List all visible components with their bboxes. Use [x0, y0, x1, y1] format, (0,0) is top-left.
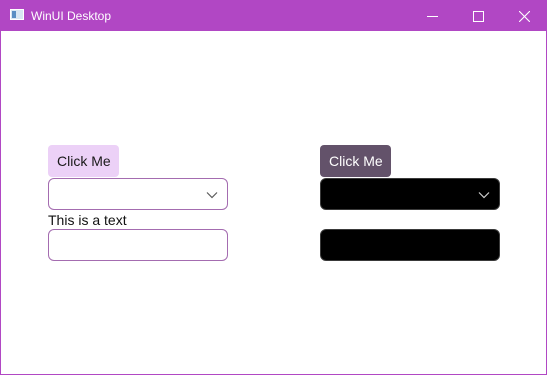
click-me-button-dark[interactable]: Click Me — [320, 145, 391, 177]
text-input-light[interactable] — [48, 229, 228, 261]
maximize-button[interactable] — [455, 1, 501, 31]
combobox-light[interactable] — [48, 178, 228, 210]
close-icon — [518, 10, 530, 22]
minimize-icon — [426, 15, 438, 17]
chevron-down-icon — [478, 192, 490, 199]
text-input-dark[interactable] — [320, 229, 500, 261]
window-title: WinUI Desktop — [31, 9, 112, 23]
combobox-dark[interactable] — [320, 178, 500, 210]
chevron-down-icon — [206, 192, 218, 199]
app-window: WinUI Desktop Click Me This is a text Cl… — [0, 0, 547, 375]
close-button[interactable] — [501, 1, 546, 31]
maximize-icon — [472, 10, 484, 22]
app-window-icon — [10, 9, 24, 20]
title-bar[interactable]: WinUI Desktop — [1, 1, 546, 31]
window-content: Click Me This is a text Click Me — [1, 31, 546, 374]
click-me-button-light[interactable]: Click Me — [48, 145, 119, 177]
text-label: This is a text — [48, 212, 127, 228]
minimize-button[interactable] — [409, 1, 455, 31]
